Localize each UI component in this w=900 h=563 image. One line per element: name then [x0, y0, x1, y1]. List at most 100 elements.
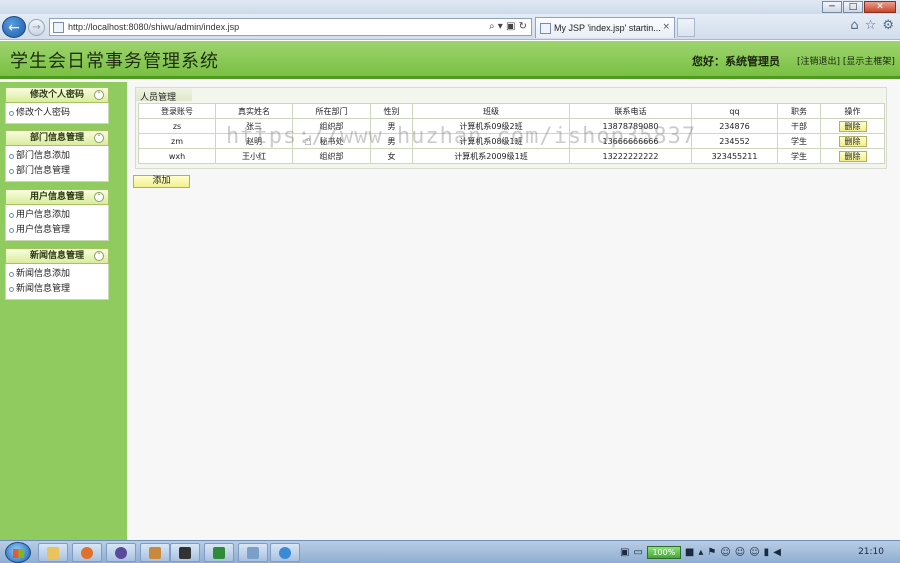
close-window-button[interactable]: ✕ [864, 1, 896, 13]
power-icon[interactable]: ■ [685, 547, 694, 558]
sidebar-item-change-password[interactable]: 修改个人密码 [6, 106, 108, 121]
sidebar-group-user: 用户信息管理 ⌃ 用户信息添加 用户信息管理 [5, 189, 109, 241]
logout-link[interactable]: [注销退出] [797, 57, 840, 67]
user-greeting: 您好：系统管理员 [692, 55, 780, 68]
column-header: 职务 [777, 103, 821, 119]
cell-action: 删除 [820, 118, 885, 134]
network-icon[interactable]: ▣ [620, 547, 629, 558]
column-header: 班级 [412, 103, 570, 119]
add-button[interactable]: 添加 [133, 175, 190, 188]
address-bar[interactable]: http://localhost:8080/shiwu/admin/index.… [49, 18, 532, 36]
cell-qq: 234552 [691, 133, 778, 149]
page-icon [53, 22, 64, 33]
minimize-button[interactable]: ─ [822, 1, 842, 13]
address-url[interactable]: http://localhost:8080/shiwu/admin/index.… [68, 22, 239, 32]
sidebar-group-header[interactable]: 部门信息管理 ⌃ [5, 130, 109, 146]
taskbar-app-eclipse[interactable] [106, 543, 136, 562]
chevron-up-icon[interactable]: ⌃ [94, 192, 104, 202]
cell-position: 学生 [777, 133, 821, 149]
show-main-frame-link[interactable]: [显示主框架] [843, 57, 895, 67]
chevron-up-icon[interactable]: ⌃ [94, 251, 104, 261]
maximize-button[interactable]: □ [843, 1, 863, 13]
cell-phone: 13666666666 [569, 133, 692, 149]
sidebar-item-news-manage[interactable]: 新闻信息管理 [6, 282, 108, 297]
chat-icon[interactable]: ☺ [749, 547, 759, 558]
taskbar-app-media[interactable] [170, 543, 200, 562]
cell-department: 组织部 [292, 118, 371, 134]
tab-close-icon[interactable]: × [662, 22, 670, 32]
cell-account: zs [138, 118, 216, 134]
chevron-up-icon[interactable]: ⌃ [94, 90, 104, 100]
taskbar-app-excel[interactable] [204, 543, 234, 562]
start-button[interactable] [5, 542, 31, 563]
sidebar-group-header[interactable]: 用户信息管理 ⌃ [5, 189, 109, 205]
taskbar: ▣ ▭ 100% ■ ▴ ⚑ ☺ ☺ ☺ ▮ ◀ 21:10 [0, 540, 900, 563]
staff-panel: 人员管理 登录账号 真实姓名 所在部门 性别 班级 联系电话 qq 职务 操作 [135, 87, 887, 169]
cell-name: 张三 [215, 118, 293, 134]
arrow-right-icon: → [32, 22, 41, 33]
notepad-icon [247, 547, 259, 559]
signal-icon[interactable]: ▮ [764, 547, 770, 558]
hand-cursor-icon: ☝ [304, 134, 312, 149]
forward-button[interactable]: → [28, 19, 45, 36]
sidebar-item-user-add[interactable]: 用户信息添加 [6, 208, 108, 223]
eclipse-icon [115, 547, 127, 559]
chevron-up-icon[interactable]: ⌃ [94, 133, 104, 143]
new-tab-button[interactable] [677, 18, 695, 37]
delete-button[interactable]: 删除 [838, 120, 867, 132]
sidebar-group-header[interactable]: 新闻信息管理 ⌃ [5, 248, 109, 264]
gear-icon[interactable]: ⚙ [882, 18, 894, 33]
taskbar-app-notepad[interactable] [238, 543, 268, 562]
cell-class: 计算机系2009级1班 [412, 148, 570, 164]
cell-action: 删除 [820, 148, 885, 164]
browser-toolbar-icons: ⌂ ☆ ⚙ [850, 18, 894, 33]
cell-class: 计算机系08级1班 [412, 133, 570, 149]
delete-button[interactable]: 删除 [838, 150, 867, 162]
volume-icon[interactable]: ◀ [773, 547, 781, 558]
panel-title: 人员管理 [140, 93, 177, 103]
sidebar-group-password: 修改个人密码 ⌃ 修改个人密码 [5, 87, 109, 124]
chat-icon[interactable]: ☺ [720, 547, 730, 558]
sidebar-group-body: 新闻信息添加 新闻信息管理 [5, 264, 109, 300]
table-row: zm 赵明 秘书处 男 计算机系08级1班 13666666666 234552… [138, 133, 885, 149]
delete-button[interactable]: 删除 [838, 135, 867, 147]
column-header: 操作 [820, 103, 885, 119]
sidebar-group-body: 部门信息添加 部门信息管理 [5, 146, 109, 182]
sidebar: 修改个人密码 ⌃ 修改个人密码 部门信息管理 ⌃ 部门信息添加 部门信息管理 用… [0, 82, 127, 540]
keyboard-icon[interactable]: ▭ [633, 547, 642, 558]
taskbar-app-explorer[interactable] [38, 543, 68, 562]
sidebar-group-title: 用户信息管理 [29, 192, 84, 202]
window-buttons: ─ □ ✕ [821, 1, 896, 13]
taskbar-app-firefox[interactable] [72, 543, 102, 562]
column-header: qq [691, 103, 778, 119]
cell-name: 赵明 [215, 133, 293, 149]
tab-title: My JSP 'index.jsp' startin... [554, 23, 661, 33]
sidebar-group-header[interactable]: 修改个人密码 ⌃ [5, 87, 109, 103]
taskbar-app-ie[interactable] [270, 543, 300, 562]
staff-table: 登录账号 真实姓名 所在部门 性别 班级 联系电话 qq 职务 操作 zs 张三… [138, 103, 885, 164]
sidebar-item-department-manage[interactable]: 部门信息管理 [6, 164, 108, 179]
cell-phone: 13878789080 [569, 118, 692, 134]
address-tools[interactable]: ⌕ ▾ ▣ ↻ [489, 21, 527, 32]
taskbar-clock[interactable]: 21:10 [858, 547, 884, 557]
column-header: 性别 [370, 103, 413, 119]
star-icon[interactable]: ☆ [865, 18, 877, 33]
cell-gender: 女 [370, 148, 413, 164]
sidebar-item-department-add[interactable]: 部门信息添加 [6, 149, 108, 164]
chat-icon[interactable]: ☺ [735, 547, 745, 558]
browser-tab[interactable]: My JSP 'index.jsp' startin... × [535, 17, 675, 38]
tray-expand-icon[interactable]: ▴ [698, 547, 703, 558]
cell-qq: 234876 [691, 118, 778, 134]
flag-icon[interactable]: ⚑ [707, 547, 716, 558]
sidebar-item-news-add[interactable]: 新闻信息添加 [6, 267, 108, 282]
taskbar-app-archive[interactable] [140, 543, 170, 562]
cell-gender: 男 [370, 118, 413, 134]
cell-class: 计算机系09级2班 [412, 118, 570, 134]
cell-action: 删除 [820, 133, 885, 149]
cell-name: 王小红 [215, 148, 293, 164]
back-button[interactable]: ← [2, 16, 26, 38]
home-icon[interactable]: ⌂ [850, 18, 858, 33]
battery-indicator[interactable]: 100% [646, 546, 681, 559]
sidebar-group-title: 部门信息管理 [29, 133, 84, 143]
sidebar-item-user-manage[interactable]: 用户信息管理 [6, 223, 108, 238]
